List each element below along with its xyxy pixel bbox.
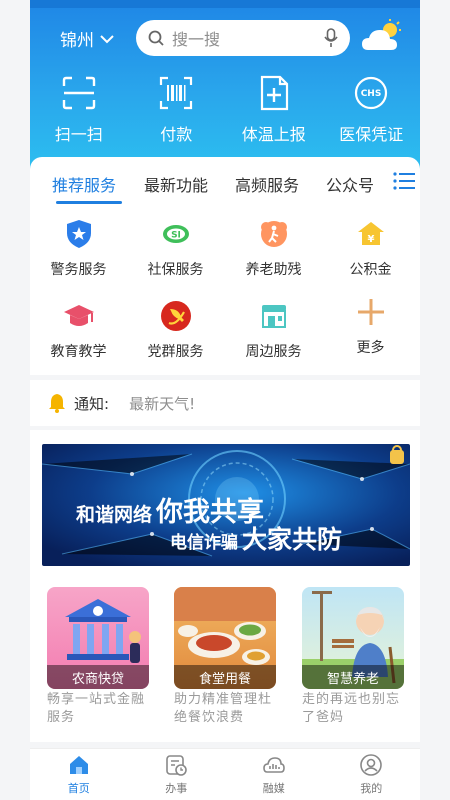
feature-canteen-desc: 助力精准管理杜绝餐饮浪费: [174, 692, 273, 725]
microphone-icon[interactable]: [324, 28, 338, 48]
barcode-icon: [160, 76, 193, 110]
quick-insurance-label: 医保凭证: [339, 125, 404, 144]
feature-canteen-image: 食堂用餐: [174, 587, 276, 689]
feature-elderly-image: 智慧养老: [302, 587, 404, 689]
tab-new-features[interactable]: 最新功能: [144, 172, 208, 196]
feature-card-elderly[interactable]: 智慧养老 走的再远也别忘了爸妈: [302, 587, 404, 727]
home-icon: [69, 755, 88, 774]
social-security-icon: SI: [162, 225, 189, 243]
feature-loan-image: 农商快贷: [47, 587, 149, 689]
quick-insurance[interactable]: CHS 医保凭证: [323, 75, 421, 145]
weather-cloud-icon[interactable]: [360, 18, 402, 54]
shop-icon: [261, 305, 286, 328]
city-label: 锦州: [60, 31, 94, 51]
notice-message: 最新天气!: [129, 394, 196, 413]
service-party-label: 党群服务: [147, 344, 204, 360]
search-placeholder: 搜一搜: [172, 30, 221, 49]
list-menu-icon[interactable]: [392, 169, 416, 193]
feature-card-loan[interactable]: 农商快贷 畅享一站式金融服务: [47, 587, 149, 727]
chevron-down-icon: [100, 34, 114, 43]
svg-text:¥: ¥: [367, 234, 374, 245]
profile-icon: [360, 753, 383, 776]
chs-insurance-icon: CHS: [355, 76, 388, 110]
city-selector[interactable]: 锦州: [60, 26, 114, 51]
nav-media-label: 融媒: [262, 781, 285, 795]
header: 锦州 搜一搜 扫一扫 付款 体温上报 CHS 医保凭证: [30, 0, 420, 175]
nav-tasks-label: 办事: [165, 781, 188, 795]
nav-profile-label: 我的: [360, 781, 383, 795]
quick-health-report-label: 体温上报: [241, 125, 306, 144]
bell-icon: [49, 394, 65, 413]
feature-elderly-desc: 走的再远也别忘了爸妈: [302, 692, 401, 725]
elder-care-icon: [260, 221, 287, 247]
feature-card-canteen[interactable]: 食堂用餐 助力精准管理杜绝餐饮浪费: [174, 587, 276, 727]
service-party[interactable]: 党群服务: [127, 299, 224, 361]
plus-icon: [357, 299, 384, 325]
service-tabs: 推荐服务 最新功能 高频服务 公众号: [30, 157, 420, 205]
tasks-icon: [166, 754, 188, 776]
service-housing-fund[interactable]: ¥ 公积金: [322, 217, 419, 279]
scan-icon: [62, 76, 95, 110]
search-bar[interactable]: 搜一搜: [136, 20, 350, 56]
active-tab-indicator: [56, 201, 122, 204]
service-elder-care[interactable]: 养老助残: [225, 217, 322, 279]
service-nearby-label: 周边服务: [245, 344, 302, 360]
banner-line1-a: 和谐网络: [76, 504, 153, 526]
media-icon: [262, 756, 285, 773]
graduation-cap-icon: [63, 305, 94, 326]
search-icon: [148, 30, 164, 46]
svg-text:CHS: CHS: [361, 89, 382, 99]
nav-home[interactable]: 首页: [30, 749, 128, 800]
nav-profile[interactable]: 我的: [323, 749, 421, 800]
service-more-label: 更多: [356, 340, 385, 356]
feature-loan-title: 农商快贷: [47, 665, 149, 689]
police-shield-icon: [66, 220, 91, 248]
nav-tasks[interactable]: 办事: [128, 749, 226, 800]
banner-text-line2: 电信诈骗 大家共防: [170, 520, 342, 556]
quick-pay-label: 付款: [160, 125, 193, 144]
tab-official-accounts[interactable]: 公众号: [326, 172, 374, 196]
feature-loan-desc: 畅享一站式金融服务: [47, 692, 146, 725]
banner-line2-a: 电信诈骗: [170, 533, 238, 553]
nav-home-label: 首页: [67, 781, 90, 795]
tab-recommended[interactable]: 推荐服务: [52, 172, 116, 196]
service-education-label: 教育教学: [50, 344, 107, 360]
nav-media[interactable]: 融媒: [225, 749, 323, 800]
content-section: 和谐网络 你我共享 电信诈骗 大家共防 农商快贷 畅享一站式金融服务 食堂用餐 …: [30, 430, 420, 742]
service-social-security-label: 社保服务: [147, 262, 204, 278]
notice-label: 通知:: [74, 394, 110, 413]
service-education[interactable]: 教育教学: [30, 299, 127, 361]
housing-fund-icon: ¥: [357, 222, 384, 245]
feature-canteen-title: 食堂用餐: [174, 665, 276, 689]
service-elder-care-label: 养老助残: [245, 262, 302, 278]
party-emblem-icon: [160, 301, 191, 331]
service-police[interactable]: 警务服务: [30, 217, 127, 279]
service-social-security[interactable]: SI 社保服务: [127, 217, 224, 279]
service-housing-fund-label: 公积金: [349, 262, 392, 278]
service-more[interactable]: 更多: [322, 295, 419, 357]
bottom-nav: 首页 办事 融媒 我的: [30, 748, 420, 800]
quick-pay[interactable]: 付款: [128, 75, 226, 145]
feature-elderly-title: 智慧养老: [302, 665, 404, 689]
service-police-label: 警务服务: [50, 262, 107, 278]
service-nearby[interactable]: 周边服务: [225, 299, 322, 361]
quick-scan[interactable]: 扫一扫: [30, 75, 128, 145]
quick-actions: 扫一扫 付款 体温上报 CHS 医保凭证: [30, 75, 420, 145]
service-card: 推荐服务 最新功能 高频服务 公众号 警务服务 SI 社保服务 养老助残 ¥ 公…: [30, 157, 420, 375]
status-bar: [30, 0, 420, 8]
svg-text:SI: SI: [171, 231, 181, 241]
quick-scan-label: 扫一扫: [54, 125, 103, 144]
quick-health-report[interactable]: 体温上报: [225, 75, 323, 145]
health-report-icon: [260, 75, 288, 111]
notice-bar[interactable]: 通知: 最新天气!: [30, 380, 420, 426]
phone-screen: 锦州 搜一搜 扫一扫 付款 体温上报 CHS 医保凭证 推荐服务 最新功能 高频…: [0, 0, 450, 800]
tab-frequent[interactable]: 高频服务: [235, 172, 299, 196]
promo-banner[interactable]: 和谐网络 你我共享 电信诈骗 大家共防: [42, 444, 410, 566]
banner-line2-b: 大家共防: [242, 525, 343, 554]
